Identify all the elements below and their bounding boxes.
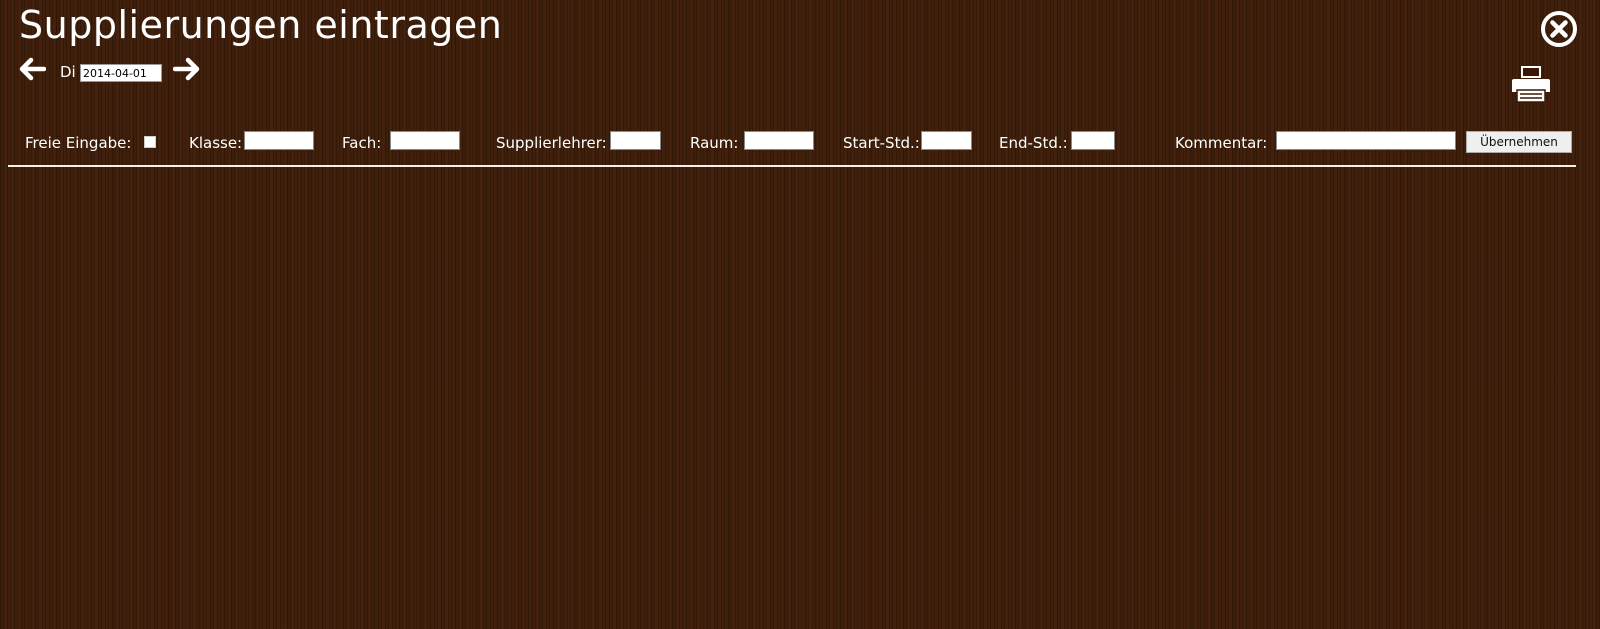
date-input[interactable] — [80, 64, 162, 82]
class-label: Klasse: — [189, 134, 243, 152]
submit-button[interactable]: Übernehmen — [1466, 131, 1572, 153]
comment-label: Kommentar: — [1175, 134, 1268, 152]
end-lesson-label: End-Std.: — [999, 134, 1068, 152]
substitution-form: Freie Eingabe: Klasse: Fach: Supplierleh… — [0, 128, 1600, 158]
weekday-label: Di — [60, 63, 76, 81]
subject-input[interactable] — [390, 131, 460, 150]
arrow-left-icon[interactable] — [18, 57, 47, 81]
subject-label: Fach: — [342, 134, 382, 152]
room-input[interactable] — [744, 131, 814, 150]
room-label: Raum: — [690, 134, 739, 152]
comment-input[interactable] — [1276, 131, 1456, 150]
free-input-checkbox[interactable] — [144, 136, 156, 148]
substitute-teacher-input[interactable] — [610, 131, 661, 150]
end-lesson-input[interactable] — [1071, 131, 1115, 150]
free-input-label: Freie Eingabe: — [25, 134, 132, 152]
class-input[interactable] — [244, 131, 314, 150]
close-icon[interactable] — [1540, 10, 1578, 48]
arrow-right-icon[interactable] — [172, 57, 201, 81]
printer-icon[interactable] — [1511, 65, 1551, 103]
divider — [8, 165, 1576, 167]
page-title: Supplierungen eintragen — [19, 3, 503, 47]
start-lesson-label: Start-Std.: — [843, 134, 920, 152]
substitute-teacher-label: Supplierlehrer: — [496, 134, 607, 152]
start-lesson-input[interactable] — [921, 131, 972, 150]
